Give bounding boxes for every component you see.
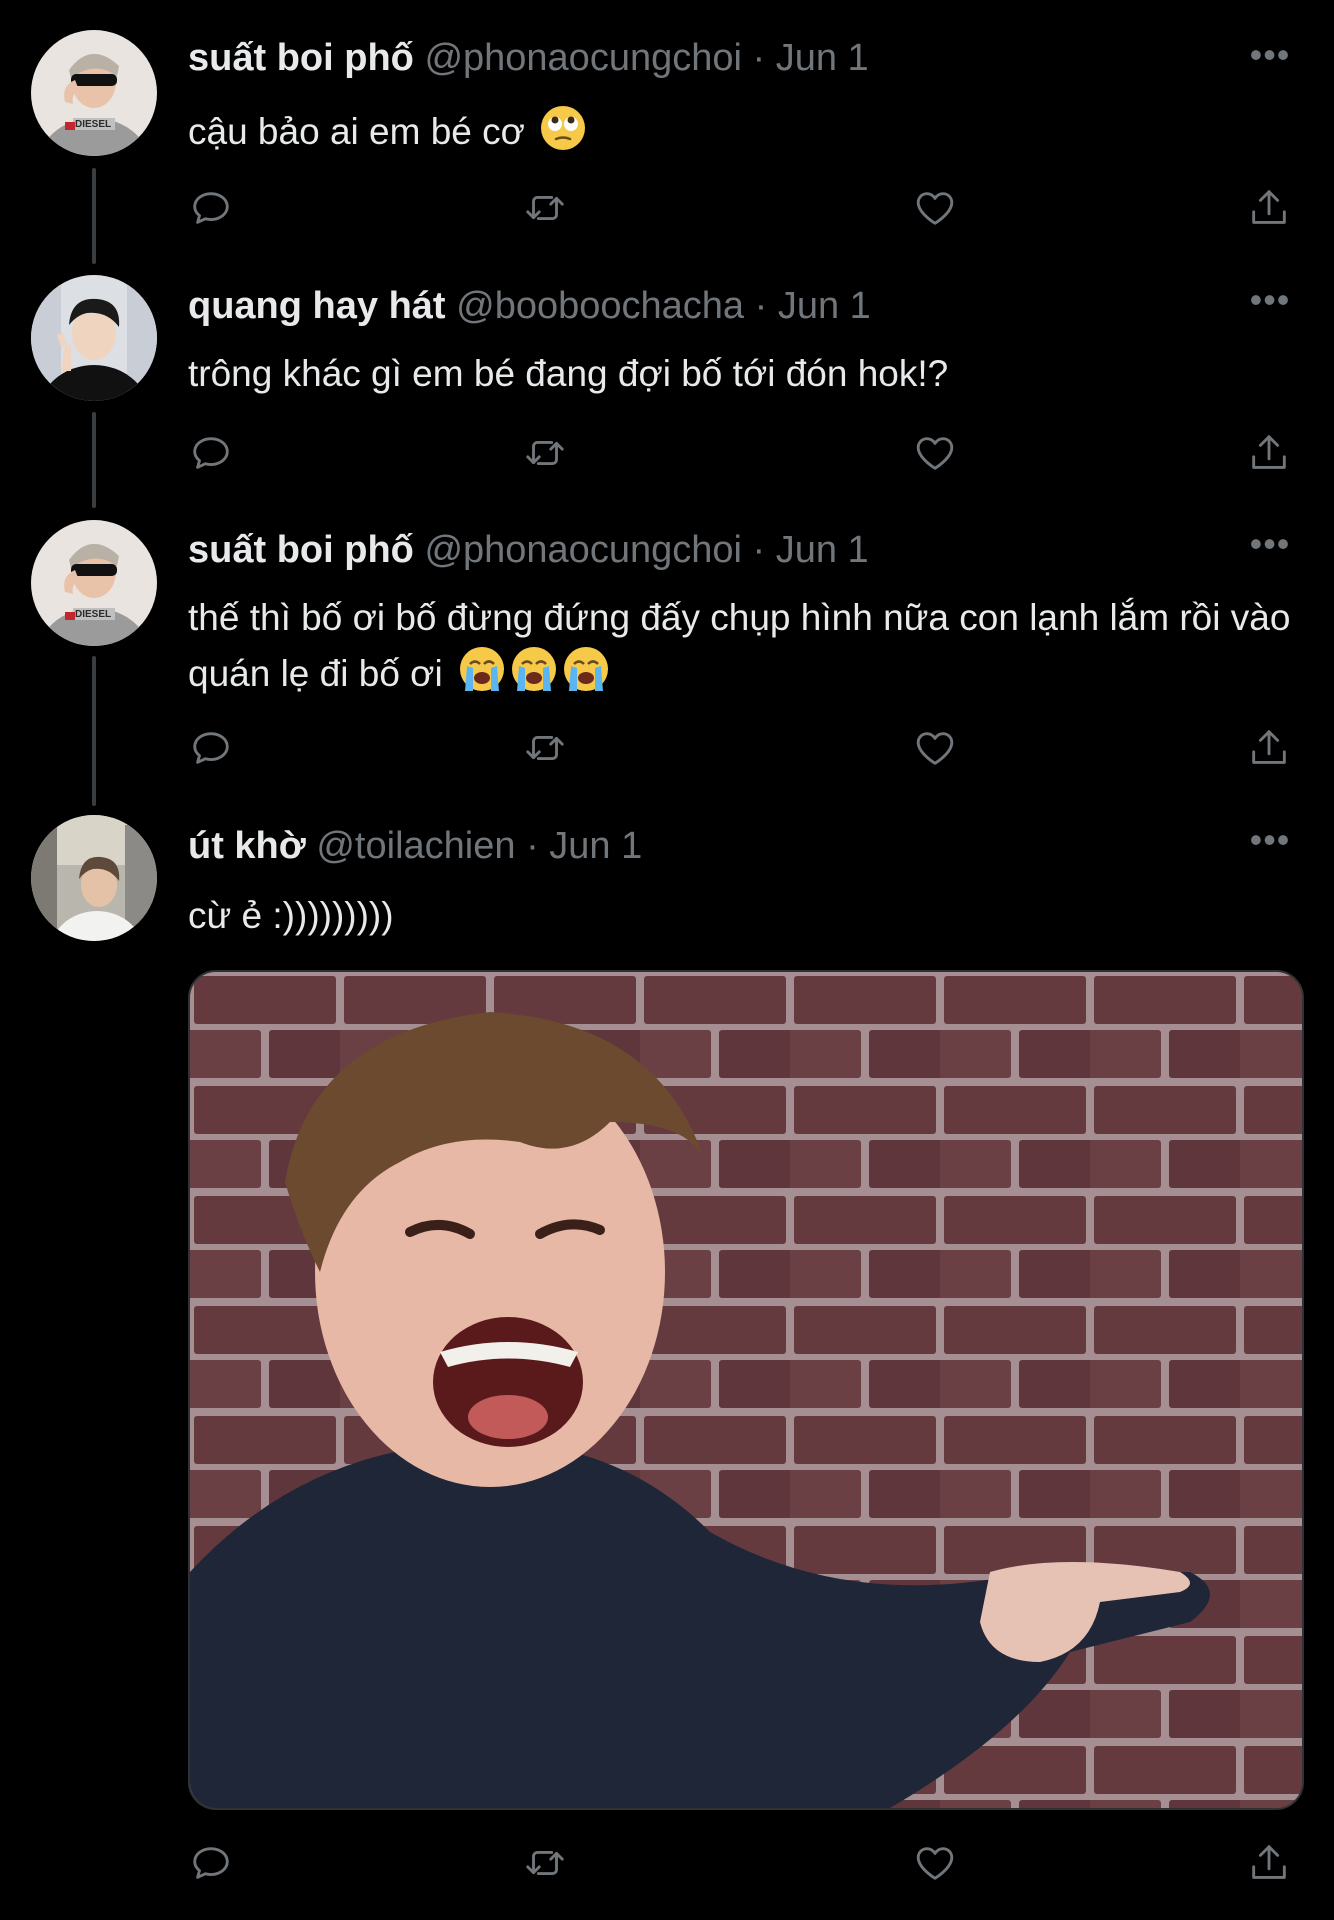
separator-dot: · xyxy=(752,37,766,79)
more-options-icon[interactable]: ••• xyxy=(1246,282,1294,318)
share-icon[interactable] xyxy=(1246,185,1292,231)
display-name[interactable]: suất boi phố xyxy=(188,529,414,571)
avatar[interactable] xyxy=(31,815,157,941)
loudly-crying-emoji-icon xyxy=(457,644,613,708)
reply-icon[interactable] xyxy=(188,185,234,231)
display-name[interactable]: quang hay hát xyxy=(188,285,446,327)
user-handle[interactable]: @booboochacha xyxy=(456,285,744,327)
retweet-icon[interactable] xyxy=(522,430,568,476)
retweet-icon[interactable] xyxy=(522,185,568,231)
tweet-body: cừ ẻ :))))))))) xyxy=(188,895,394,936)
share-icon[interactable] xyxy=(1246,430,1292,476)
tweet-header: quang hay hát @booboochacha · Jun 1 xyxy=(188,283,871,329)
tweet-header: út khờ @toilachien · Jun 1 xyxy=(188,823,642,869)
like-icon[interactable] xyxy=(912,430,958,476)
more-options-icon[interactable]: ••• xyxy=(1246,526,1294,562)
avatar[interactable] xyxy=(31,275,157,401)
user-handle[interactable]: @toilachien xyxy=(316,825,515,867)
separator-dot: · xyxy=(754,285,768,327)
tweet-date[interactable]: Jun 1 xyxy=(776,37,869,79)
tweet-body: cậu bảo ai em bé cơ xyxy=(188,111,525,152)
retweet-icon[interactable] xyxy=(522,1840,568,1886)
user-handle[interactable]: @phonaocungchoi xyxy=(424,37,742,79)
thread-line xyxy=(92,412,96,508)
separator-dot: · xyxy=(526,825,539,867)
avatar[interactable]: DIESEL xyxy=(31,520,157,646)
like-icon[interactable] xyxy=(912,1840,958,1886)
more-options-icon[interactable]: ••• xyxy=(1246,37,1294,73)
like-icon[interactable] xyxy=(912,725,958,771)
display-name[interactable]: suất boi phố xyxy=(188,37,414,79)
tweet-actions xyxy=(188,430,1298,480)
share-icon[interactable] xyxy=(1246,1840,1292,1886)
display-name[interactable]: út khờ xyxy=(188,825,306,867)
svg-text:DIESEL: DIESEL xyxy=(75,119,111,130)
tweet-actions xyxy=(188,185,1298,235)
share-icon[interactable] xyxy=(1246,725,1292,771)
tweet-media-image[interactable] xyxy=(188,970,1304,1810)
reply-icon[interactable] xyxy=(188,1840,234,1886)
reply-icon[interactable] xyxy=(188,725,234,771)
tweet-text: thế thì bố ơi bố đừng đứng đấy chụp hình… xyxy=(188,592,1298,708)
tweet-actions xyxy=(188,1840,1298,1890)
tweet-body: trông khác gì em bé đang đợi bố tới đón … xyxy=(188,353,949,394)
tweet-date[interactable]: Jun 1 xyxy=(549,825,642,867)
thread-line xyxy=(92,656,96,806)
user-handle[interactable]: @phonaocungchoi xyxy=(424,529,742,571)
svg-text:DIESEL: DIESEL xyxy=(75,609,111,620)
tweet-header: suất boi phố @phonaocungchoi · Jun 1 xyxy=(188,35,869,81)
tweet-body: thế thì bố ơi bố đừng đứng đấy chụp hình… xyxy=(188,597,1291,694)
avatar[interactable]: DIESEL xyxy=(31,30,157,156)
tweet-text: cừ ẻ :))))))))) xyxy=(188,890,1298,942)
more-options-icon[interactable]: ••• xyxy=(1246,822,1294,858)
tweet-text: trông khác gì em bé đang đợi bố tới đón … xyxy=(188,348,1298,400)
thread-line xyxy=(92,168,96,264)
tweet-text: cậu bảo ai em bé cơ xyxy=(188,104,1298,166)
reply-icon[interactable] xyxy=(188,430,234,476)
tweet-actions xyxy=(188,725,1298,775)
tweet-date[interactable]: Jun 1 xyxy=(776,529,869,571)
tweet-date[interactable]: Jun 1 xyxy=(778,285,871,327)
separator-dot: · xyxy=(752,529,766,571)
like-icon[interactable] xyxy=(912,185,958,231)
tweet-header: suất boi phố @phonaocungchoi · Jun 1 xyxy=(188,527,869,573)
rolling-eyes-emoji-icon xyxy=(539,104,587,166)
retweet-icon[interactable] xyxy=(522,725,568,771)
